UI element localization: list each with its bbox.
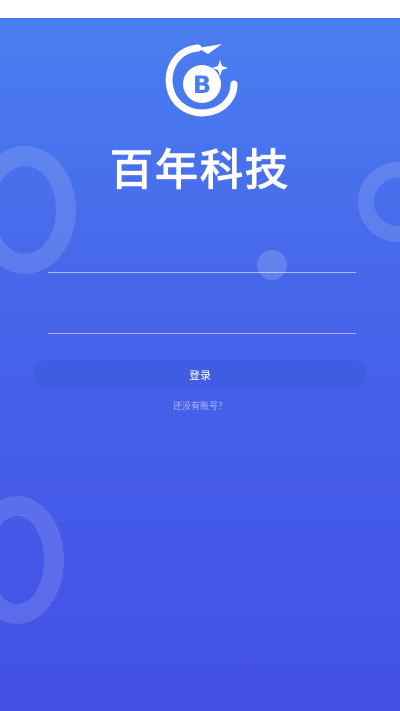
login-button[interactable]: 登录 — [33, 360, 367, 390]
decor-ring-bottom — [0, 496, 64, 624]
username-input[interactable] — [48, 240, 360, 268]
brand-logo-icon: B — [165, 44, 238, 117]
username-field[interactable] — [48, 232, 360, 273]
login-screen: B 百年科技 登录 还没有账号？ — [0, 0, 400, 711]
logo-letter: B — [193, 71, 211, 99]
password-input[interactable] — [48, 301, 360, 329]
password-field[interactable] — [48, 293, 360, 334]
register-link[interactable]: 还没有账号？ — [0, 399, 400, 412]
status-bar — [0, 0, 400, 18]
brand-name: 百年科技 — [110, 146, 290, 196]
